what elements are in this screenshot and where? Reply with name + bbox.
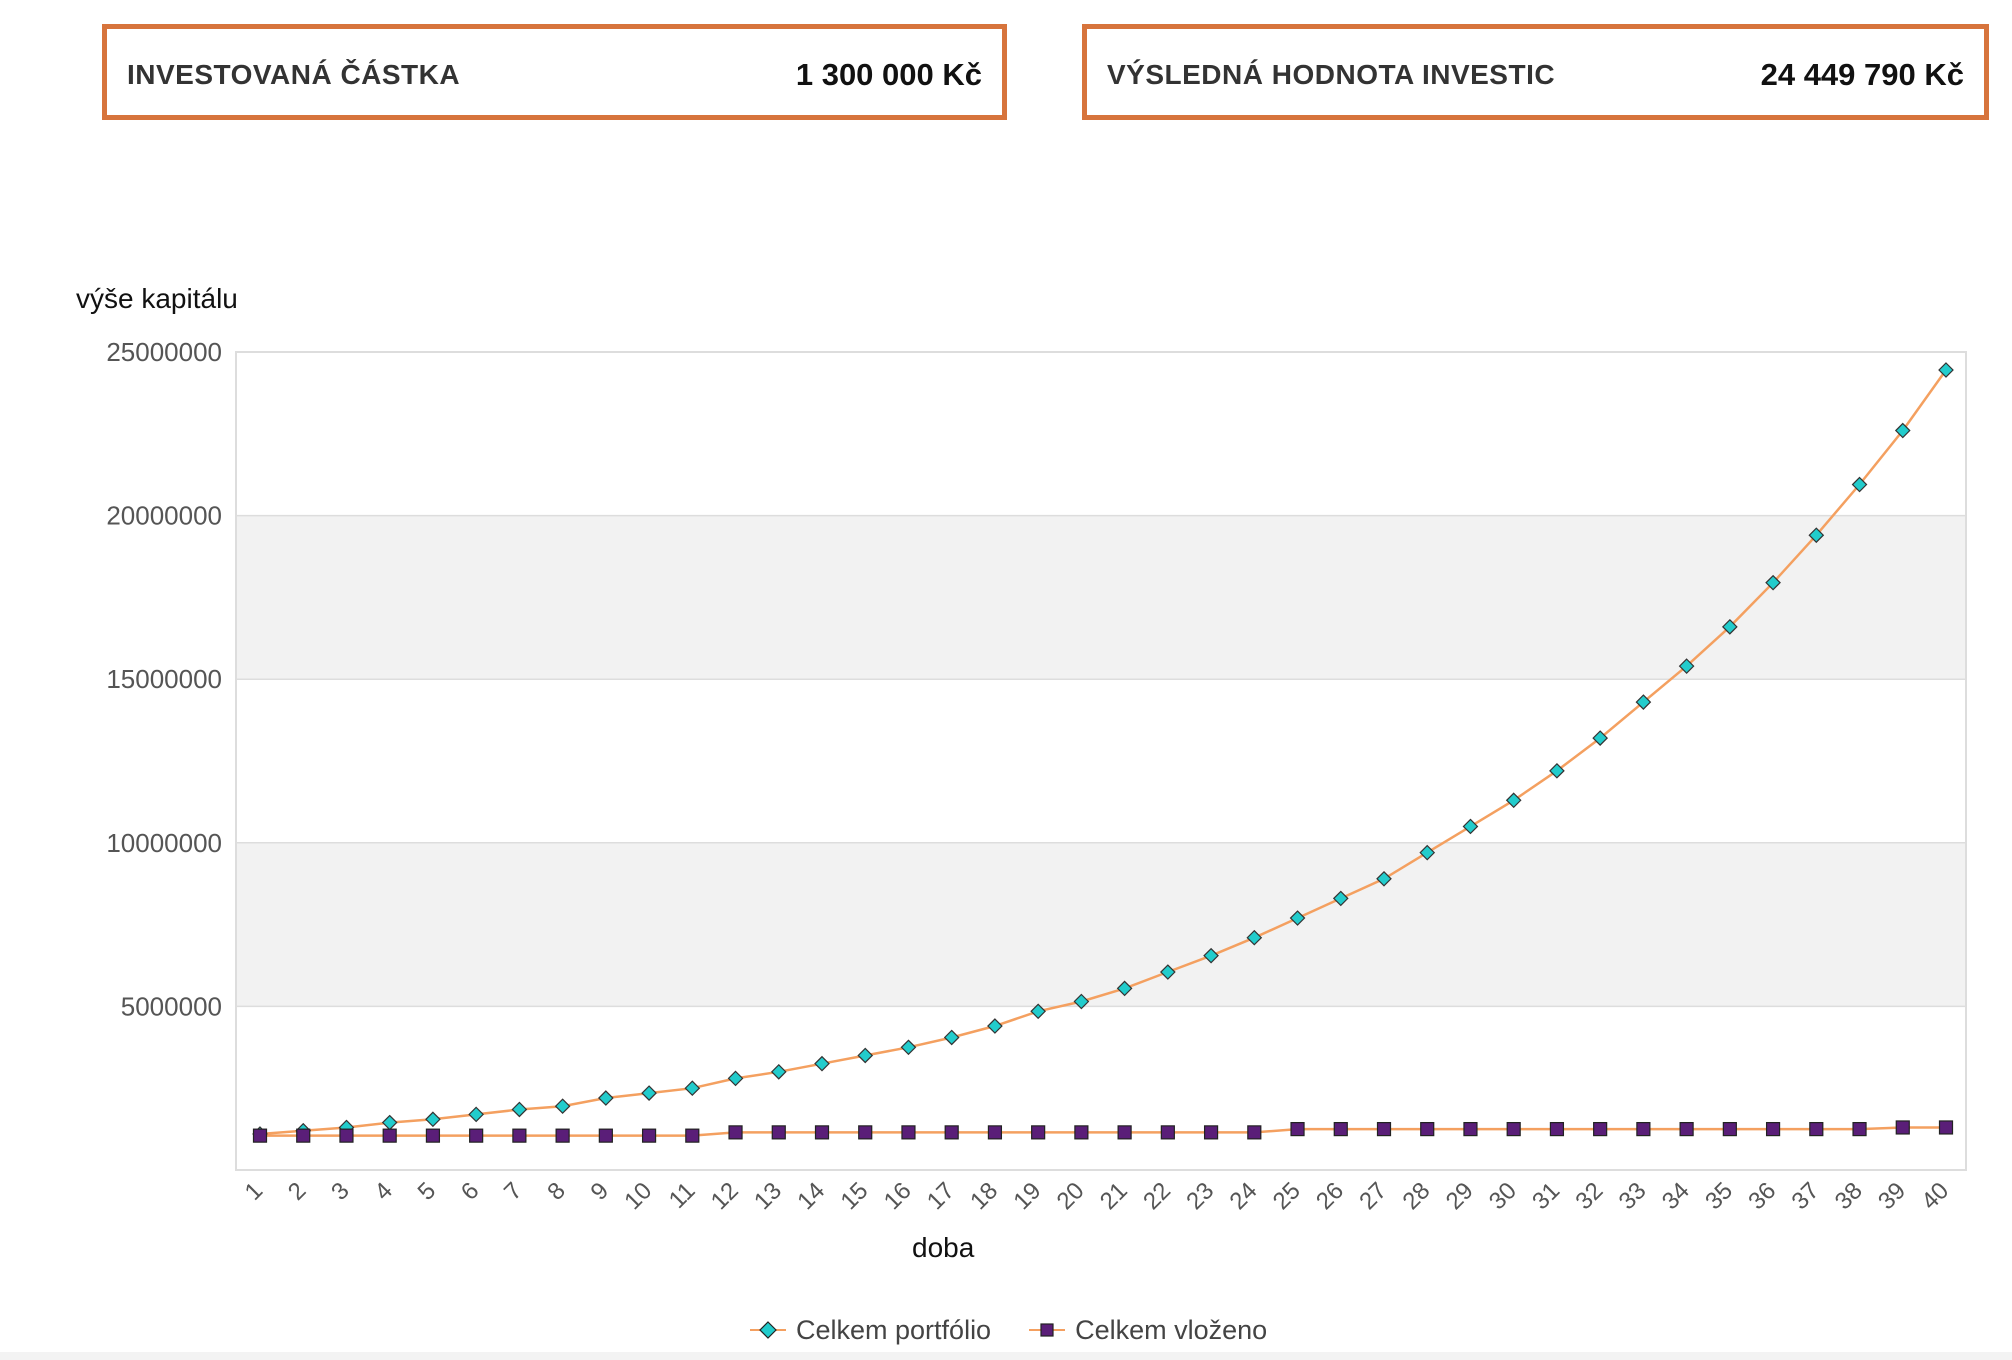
- x-tick-label: 37: [1787, 1177, 1825, 1215]
- deposited-point: [1463, 1121, 1478, 1137]
- x-tick-label: 8: [542, 1177, 571, 1206]
- deposited-point: [598, 1128, 613, 1143]
- deposited-point: [1593, 1121, 1608, 1137]
- x-tick-label: 16: [879, 1177, 917, 1215]
- deposited-point: [1247, 1125, 1262, 1140]
- deposited-point: [1031, 1125, 1046, 1140]
- legend-item-deposited[interactable]: Celkem vloženo: [1029, 1315, 1267, 1346]
- legend-label-deposited: Celkem vloženo: [1075, 1314, 1268, 1345]
- bottom-strip: [0, 1352, 2012, 1360]
- deposited-point: [685, 1128, 700, 1143]
- x-tick-label: 19: [1008, 1177, 1046, 1215]
- grid-band: [236, 842, 1966, 1007]
- x-tick-label: 22: [1138, 1177, 1176, 1215]
- deposited-point: [1333, 1121, 1348, 1137]
- x-tick-label: 30: [1484, 1177, 1522, 1215]
- deposited-point: [641, 1128, 657, 1143]
- y-tick-label: 25000000: [106, 337, 222, 367]
- x-tick-label: 3: [326, 1177, 355, 1206]
- x-tick-label: 28: [1397, 1177, 1435, 1215]
- capital-growth-chart: 5000000 10000000 15000000 20000000 25000000 1…: [106, 337, 1967, 1215]
- deposited-point: [339, 1128, 354, 1143]
- deposited-point: [1549, 1121, 1565, 1137]
- x-tick-label: 32: [1570, 1177, 1608, 1215]
- deposited-point: [1117, 1125, 1132, 1140]
- x-tick-label: 25: [1268, 1177, 1306, 1215]
- x-tick-label: 7: [499, 1177, 528, 1206]
- deposited-point: [987, 1125, 1003, 1140]
- x-tick-label: 36: [1743, 1177, 1781, 1215]
- deposited-point: [1938, 1120, 1954, 1135]
- x-tick-label: 10: [619, 1177, 657, 1215]
- x-tick-label: 24: [1225, 1177, 1263, 1215]
- x-tick-label: 38: [1830, 1177, 1868, 1215]
- deposited-point: [1765, 1121, 1781, 1137]
- deposited-point: [382, 1128, 397, 1143]
- x-tick-label: 17: [922, 1177, 960, 1215]
- x-tick-label: 2: [283, 1177, 312, 1206]
- x-tick-label: 27: [1354, 1177, 1392, 1215]
- legend-item-portfolio[interactable]: Celkem portfólio: [750, 1315, 991, 1346]
- deposited-point: [1895, 1120, 1910, 1135]
- x-tick-label: 18: [965, 1177, 1003, 1215]
- x-tick-label: 12: [706, 1177, 744, 1215]
- deposited-point: [1074, 1125, 1089, 1140]
- deposited-point: [252, 1128, 268, 1143]
- deposited-point: [1420, 1121, 1435, 1137]
- x-tick-label: 29: [1441, 1177, 1479, 1215]
- deposited-point: [1376, 1121, 1392, 1137]
- deposited-point: [1679, 1121, 1694, 1137]
- deposited-point: [425, 1128, 441, 1143]
- deposited-point: [512, 1128, 527, 1143]
- x-tick-label: 40: [1916, 1177, 1954, 1215]
- x-tick-label: 4: [369, 1177, 398, 1206]
- deposited-point: [1809, 1121, 1824, 1137]
- diamond-marker-icon: [750, 1321, 786, 1339]
- x-tick-label: 34: [1657, 1177, 1695, 1215]
- deposited-point: [1722, 1121, 1737, 1137]
- deposited-point: [1160, 1125, 1175, 1140]
- x-tick-label: 20: [1052, 1177, 1090, 1215]
- y-tick-label: 15000000: [106, 664, 222, 694]
- x-tick-label: 5: [413, 1177, 442, 1206]
- deposited-point: [944, 1125, 959, 1140]
- x-tick-label: 21: [1095, 1177, 1133, 1215]
- x-tick-label: 1: [240, 1177, 269, 1206]
- deposited-point: [469, 1128, 484, 1143]
- x-tick-label: 35: [1700, 1177, 1738, 1215]
- deposited-point: [555, 1128, 570, 1143]
- x-tick-label: 26: [1311, 1177, 1349, 1215]
- x-tick-label: 31: [1527, 1177, 1565, 1215]
- chart-legend: Celkem portfólio Celkem vloženo: [750, 1310, 1305, 1350]
- x-tick-label: 15: [835, 1177, 873, 1215]
- x-tick-label: 33: [1614, 1177, 1652, 1215]
- legend-label-portfolio: Celkem portfólio: [796, 1314, 992, 1345]
- grid-band: [236, 515, 1966, 680]
- deposited-point: [1506, 1121, 1521, 1137]
- y-tick-label: 5000000: [121, 991, 222, 1021]
- deposited-point: [771, 1125, 786, 1140]
- deposited-point: [1852, 1121, 1867, 1137]
- x-tick-label: 39: [1873, 1177, 1911, 1215]
- x-axis-title: doba: [912, 1232, 975, 1263]
- deposited-point: [296, 1128, 311, 1143]
- deposited-point: [858, 1125, 873, 1140]
- square-marker-icon: [1029, 1323, 1066, 1337]
- deposited-point: [814, 1125, 830, 1140]
- deposited-point: [1290, 1121, 1305, 1137]
- deposited-point: [901, 1125, 916, 1140]
- deposited-point: [1636, 1121, 1651, 1137]
- deposited-point: [1203, 1125, 1219, 1140]
- x-tick-label: 6: [456, 1177, 485, 1206]
- plot-area: [235, 351, 1967, 1171]
- x-tick-label: 13: [749, 1177, 787, 1215]
- x-tick-label: 11: [664, 1177, 701, 1214]
- x-tick-label: 9: [586, 1177, 615, 1206]
- y-tick-label: 20000000: [106, 501, 222, 531]
- y-tick-label: 10000000: [106, 828, 222, 858]
- x-tick-label: 23: [1181, 1177, 1219, 1215]
- x-tick-label: 14: [792, 1177, 830, 1215]
- deposited-point: [728, 1125, 743, 1140]
